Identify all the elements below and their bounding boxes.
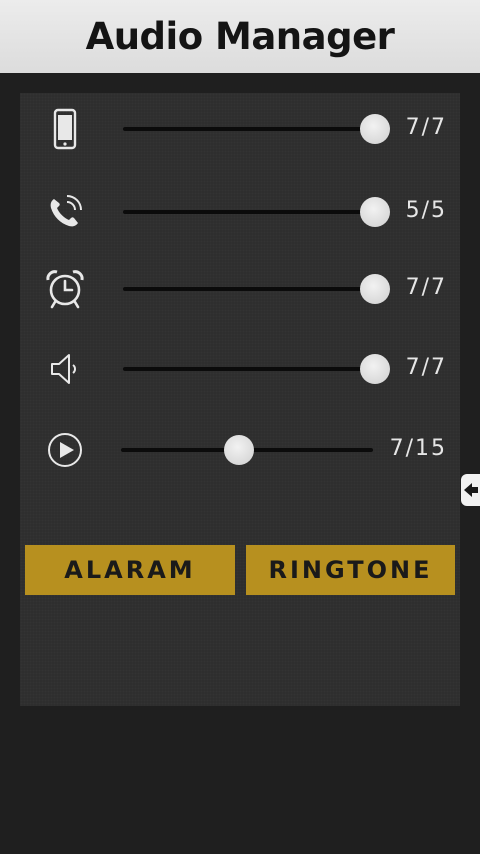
volume-value-speaker: 7/7	[405, 355, 447, 380]
slider-track	[123, 210, 375, 214]
phone-call-icon	[44, 191, 86, 233]
slider-thumb[interactable]	[223, 435, 254, 465]
volume-slider-phone[interactable]	[123, 113, 390, 145]
slider-thumb[interactable]	[360, 114, 390, 144]
volume-value-call: 5/5	[405, 198, 447, 223]
slider-track	[123, 367, 375, 371]
side-drawer-handle[interactable]	[461, 474, 480, 506]
volume-value-alarm: 7/7	[405, 275, 447, 300]
app-header: Audio Manager	[0, 0, 480, 73]
slider-track	[123, 287, 375, 291]
alarm-button[interactable]: ALARAM	[25, 545, 235, 595]
volume-value-media: 7/15	[389, 436, 447, 461]
volume-panel: 7/7 5/5 7/7 7/7 7/15 ALARAM RINGTONE	[20, 93, 460, 706]
phone-device-icon	[44, 108, 86, 150]
speaker-icon	[44, 348, 86, 390]
volume-row-speaker: 7/7	[20, 339, 460, 399]
volume-row-alarm: 7/7	[20, 259, 460, 319]
slider-thumb[interactable]	[360, 197, 390, 227]
play-icon	[44, 429, 86, 471]
slider-thumb[interactable]	[360, 274, 390, 304]
slider-track	[123, 127, 375, 131]
alarm-clock-icon	[44, 268, 86, 310]
page-title: Audio Manager	[85, 15, 395, 58]
ringtone-button[interactable]: RINGTONE	[246, 545, 455, 595]
volume-row-phone: 7/7	[20, 99, 460, 159]
volume-slider-speaker[interactable]	[123, 353, 390, 385]
volume-value-phone: 7/7	[405, 115, 447, 140]
volume-row-call: 5/5	[20, 182, 460, 242]
arrow-left-icon	[461, 474, 480, 506]
slider-thumb[interactable]	[360, 354, 390, 384]
volume-slider-call[interactable]	[123, 196, 390, 228]
volume-row-media: 7/15	[20, 420, 460, 480]
volume-slider-alarm[interactable]	[123, 273, 390, 305]
volume-slider-media[interactable]	[121, 434, 373, 466]
